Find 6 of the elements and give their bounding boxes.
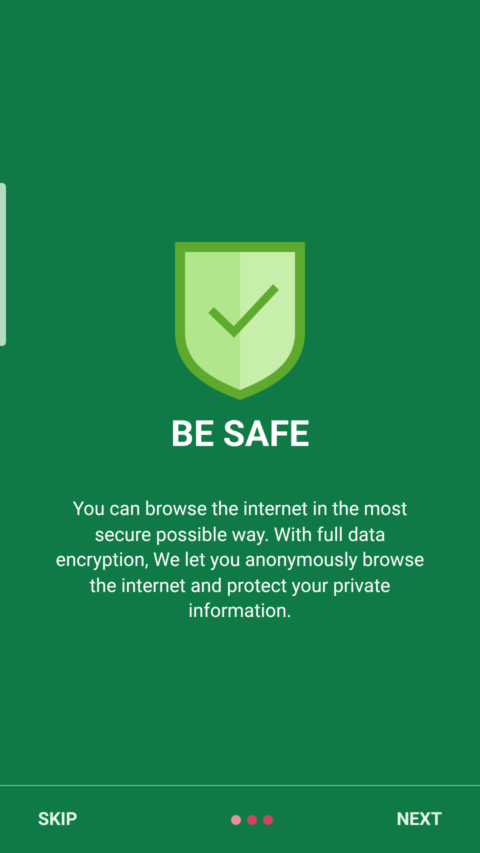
next-button[interactable]: NEXT <box>396 806 442 833</box>
description: You can browse the internet in the most secure possible way. With full data encryption, We let you anonymously browse the internet and protect your private information. <box>54 496 426 624</box>
shield-check-icon <box>173 240 307 402</box>
edge-handle[interactable] <box>0 183 6 346</box>
title: BE SAFE <box>170 412 310 456</box>
skip-button[interactable]: SKIP <box>38 806 78 833</box>
